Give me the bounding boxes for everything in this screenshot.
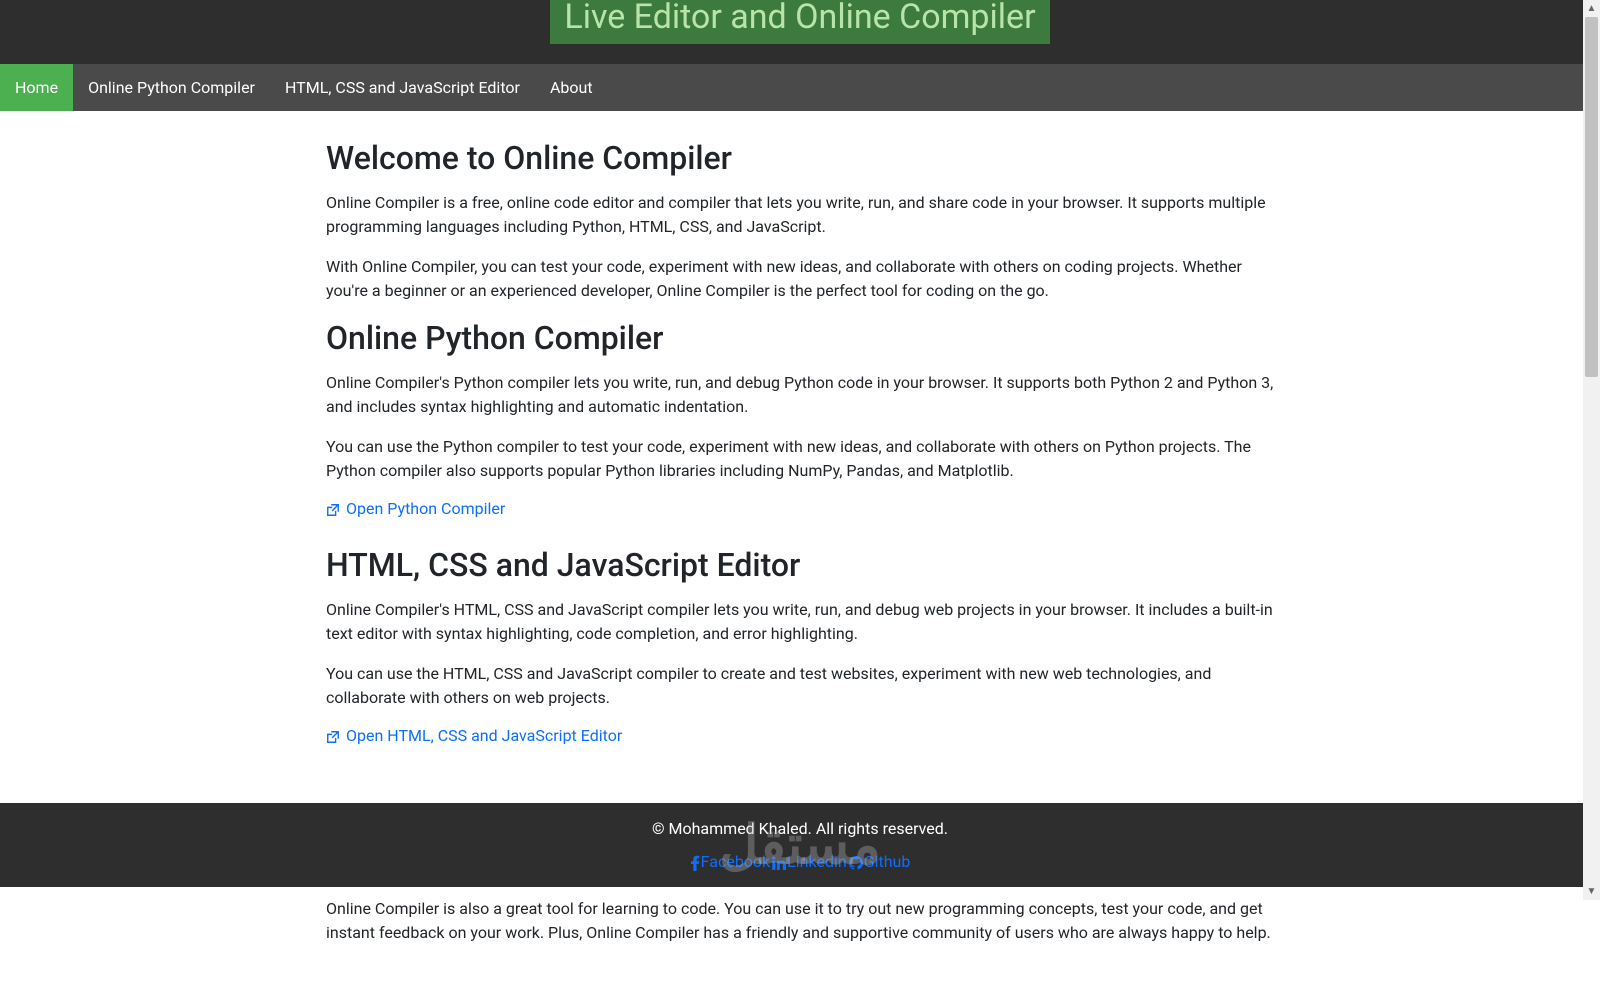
nav-home[interactable]: Home <box>0 64 73 111</box>
html-paragraph-1: Online Compiler's HTML, CSS and JavaScri… <box>326 598 1274 646</box>
python-paragraph-2: You can use the Python compiler to test … <box>326 435 1274 483</box>
html-paragraph-2: You can use the HTML, CSS and JavaScript… <box>326 662 1274 710</box>
page-footer: مستقل © Mohammed Khaled. All rights rese… <box>0 803 1600 887</box>
nav-about[interactable]: About <box>535 64 608 111</box>
scrollbar-thumb[interactable] <box>1585 17 1598 377</box>
python-paragraph-1: Online Compiler's Python compiler lets y… <box>326 371 1274 419</box>
external-link-icon <box>326 502 340 516</box>
page-header: Live Editor and Online Compiler <box>0 0 1600 64</box>
facebook-link[interactable]: Facebook <box>690 852 770 871</box>
site-title: Live Editor and Online Compiler <box>550 0 1049 44</box>
below-footer-content: Online Compiler is also a great tool for… <box>310 887 1290 1001</box>
linkedin-link[interactable]: Linkedin <box>772 852 847 871</box>
nav-html-editor[interactable]: HTML, CSS and JavaScript Editor <box>270 64 535 111</box>
main-content: Welcome to Online Compiler Online Compil… <box>310 111 1290 803</box>
scrollbar-down-arrow-icon[interactable]: ▼ <box>1583 883 1600 900</box>
welcome-paragraph-2: With Online Compiler, you can test your … <box>326 255 1274 303</box>
html-heading: HTML, CSS and JavaScript Editor <box>326 546 1274 584</box>
welcome-paragraph-1: Online Compiler is a free, online code e… <box>326 191 1274 239</box>
linkedin-label: Linkedin <box>787 852 847 871</box>
about-paragraph-1: Online Compiler is also a great tool for… <box>326 897 1274 945</box>
welcome-heading: Welcome to Online Compiler <box>326 139 1274 177</box>
github-icon <box>849 855 863 869</box>
scrollbar-up-arrow-icon[interactable]: ▲ <box>1583 0 1600 17</box>
copyright-text: © Mohammed Khaled. All rights reserved. <box>0 819 1600 838</box>
github-link[interactable]: Github <box>849 852 911 871</box>
vertical-scrollbar[interactable]: ▲ ▼ <box>1583 0 1600 900</box>
open-python-compiler-label: Open Python Compiler <box>346 499 505 518</box>
footer-social-links: Facebook Linkedin Github <box>0 852 1600 871</box>
external-link-icon <box>326 729 340 743</box>
github-label: Github <box>864 852 911 871</box>
nav-python-compiler[interactable]: Online Python Compiler <box>73 64 270 111</box>
python-heading: Online Python Compiler <box>326 319 1274 357</box>
facebook-icon <box>690 855 700 869</box>
linkedin-icon <box>772 855 786 869</box>
open-python-compiler-link[interactable]: Open Python Compiler <box>326 499 505 518</box>
open-html-editor-label: Open HTML, CSS and JavaScript Editor <box>346 726 622 745</box>
open-html-editor-link[interactable]: Open HTML, CSS and JavaScript Editor <box>326 726 622 745</box>
facebook-label: Facebook <box>701 852 770 871</box>
main-nav: Home Online Python Compiler HTML, CSS an… <box>0 64 1600 111</box>
